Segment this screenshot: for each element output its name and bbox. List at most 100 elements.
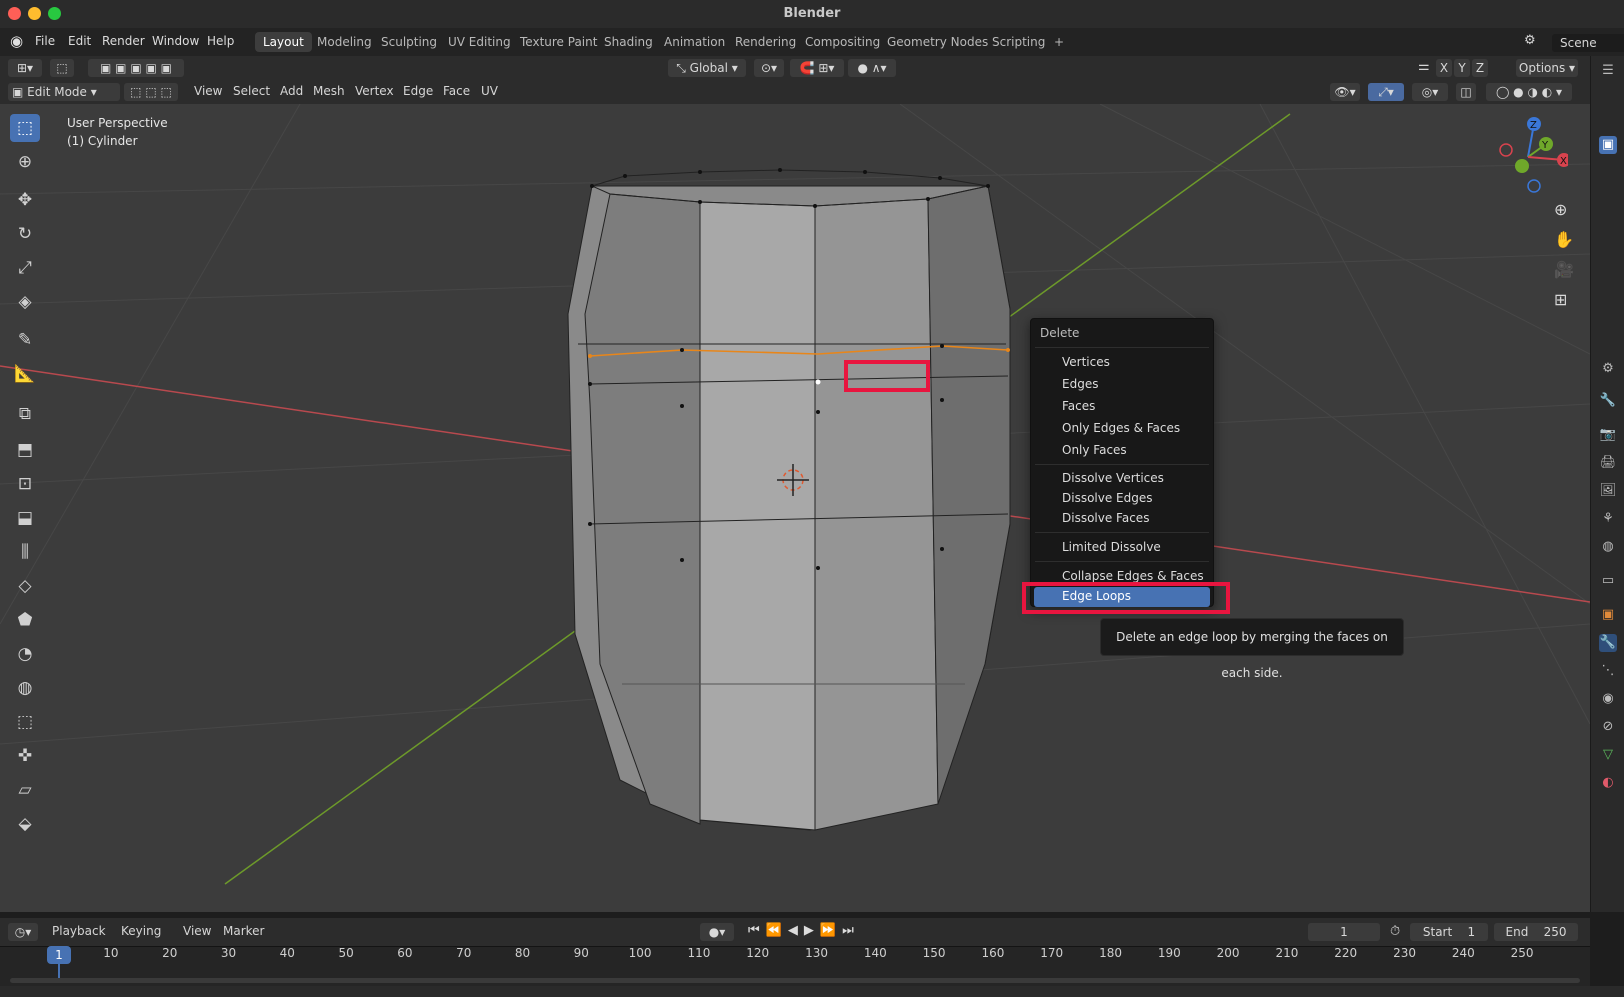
menu-item-dissolve-vertices[interactable]: Dissolve Vertices bbox=[1062, 471, 1164, 485]
workspace-tab-compositing[interactable]: Compositing bbox=[797, 32, 888, 52]
menu-render[interactable]: Render bbox=[102, 34, 145, 48]
menu-window[interactable]: Window bbox=[152, 34, 199, 48]
auto-keying-toggle[interactable]: ●▾ bbox=[700, 923, 734, 941]
scale-tool-icon[interactable]: ⤢ bbox=[10, 254, 40, 282]
timeline-editor-type-button[interactable]: ◷▾ bbox=[8, 923, 38, 941]
scene-name-field[interactable]: Scene bbox=[1552, 34, 1624, 52]
mirror-z-toggle[interactable]: Z bbox=[1472, 59, 1488, 77]
overlay-toggle[interactable]: ◎▾ bbox=[1412, 83, 1448, 101]
editor-type-button[interactable]: ⊞▾ bbox=[8, 59, 42, 77]
shrink-fatten-tool-icon[interactable]: ✜ bbox=[10, 742, 40, 770]
mirror-icon[interactable]: ⚌ bbox=[1418, 59, 1430, 74]
timeline-menu-marker[interactable]: Marker bbox=[223, 924, 264, 938]
collection-properties-icon[interactable]: ▭ bbox=[1599, 572, 1617, 590]
viewport-menu-add[interactable]: Add bbox=[280, 84, 303, 98]
menu-help[interactable]: Help bbox=[207, 34, 234, 48]
outliner-selected-icon[interactable]: ▣ bbox=[1599, 136, 1617, 154]
zoom-icon[interactable]: ⊕ bbox=[1554, 200, 1567, 219]
material-properties-icon[interactable]: ◐ bbox=[1599, 774, 1617, 792]
viewport-menu-select[interactable]: Select bbox=[233, 84, 270, 98]
menu-item-faces[interactable]: Faces bbox=[1062, 399, 1095, 413]
particles-icon[interactable]: ⋱ bbox=[1599, 662, 1617, 680]
end-frame-field[interactable]: End 250 bbox=[1494, 923, 1578, 941]
scene-properties-icon[interactable]: ⚘ bbox=[1599, 510, 1617, 528]
mode-dropdown[interactable]: ▣ Edit Mode ▾ bbox=[8, 83, 120, 101]
shading-mode-buttons[interactable]: ◯ ● ◑ ◐ ▾ bbox=[1486, 83, 1572, 101]
outliner-icon[interactable]: ☰ bbox=[1599, 62, 1617, 80]
pivot-point-dropdown[interactable]: ⊙▾ bbox=[754, 59, 784, 77]
viewport-menu-view[interactable]: View bbox=[194, 84, 222, 98]
options-dropdown[interactable]: Options ▾ bbox=[1516, 59, 1578, 77]
blender-logo-icon[interactable]: ◉ bbox=[10, 32, 23, 50]
menu-item-dissolve-faces[interactable]: Dissolve Faces bbox=[1062, 511, 1149, 525]
workspace-tab-shading[interactable]: Shading bbox=[596, 32, 661, 52]
inset-tool-icon[interactable]: ⊡ bbox=[10, 470, 40, 498]
measure-tool-icon[interactable]: 📐 bbox=[10, 360, 40, 388]
workspace-tab-animation[interactable]: Animation bbox=[656, 32, 733, 52]
add-workspace-button[interactable]: + bbox=[1046, 32, 1072, 52]
viewport-menu-mesh[interactable]: Mesh bbox=[313, 84, 345, 98]
current-frame-field[interactable]: 1 bbox=[1308, 923, 1380, 941]
selection-mode-buttons[interactable]: ▣ ▣ ▣ ▣ ▣ bbox=[88, 59, 184, 77]
knife-tool-icon[interactable]: ◇ bbox=[10, 572, 40, 600]
rotate-tool-icon[interactable]: ↻ bbox=[10, 220, 40, 248]
render-properties-icon[interactable]: 📷 bbox=[1599, 426, 1617, 444]
menu-item-collapse-edges-faces[interactable]: Collapse Edges & Faces bbox=[1062, 569, 1204, 583]
3d-viewport[interactable] bbox=[0, 104, 1590, 912]
object-properties-icon[interactable]: ▣ bbox=[1599, 606, 1617, 624]
edge-slide-tool-icon[interactable]: ⬚ bbox=[10, 708, 40, 736]
add-cube-tool-icon[interactable]: ⧉ bbox=[10, 400, 40, 428]
mirror-y-toggle[interactable]: Y bbox=[1454, 59, 1470, 77]
menu-item-limited-dissolve[interactable]: Limited Dissolve bbox=[1062, 540, 1161, 554]
workspace-tab-rendering[interactable]: Rendering bbox=[727, 32, 804, 52]
properties-editor-icon[interactable]: ⚙ bbox=[1599, 360, 1617, 378]
loop-cut-tool-icon[interactable]: ⫼ bbox=[10, 538, 40, 566]
workspace-tab-geometry-nodes[interactable]: Geometry Nodes bbox=[879, 32, 996, 52]
viewport-menu-uv[interactable]: UV bbox=[481, 84, 498, 98]
extrude-tool-icon[interactable]: ⬒ bbox=[10, 436, 40, 464]
workspace-tab-modeling[interactable]: Modeling bbox=[309, 32, 380, 52]
tool-properties-icon[interactable]: 🔧 bbox=[1599, 392, 1617, 410]
visibility-dropdown[interactable]: 👁▾ bbox=[1330, 83, 1360, 101]
workspace-tab-layout[interactable]: Layout bbox=[255, 32, 312, 52]
scene-selector-icon[interactable]: ⚙ bbox=[1524, 33, 1536, 48]
menu-item-edges[interactable]: Edges bbox=[1062, 377, 1098, 391]
constraints-icon[interactable]: ⊘ bbox=[1599, 718, 1617, 736]
move-tool-icon[interactable]: ✥ bbox=[10, 186, 40, 214]
rip-tool-icon[interactable]: ⬙ bbox=[10, 810, 40, 838]
output-properties-icon[interactable]: 🖨 bbox=[1599, 454, 1617, 472]
smooth-tool-icon[interactable]: ◍ bbox=[10, 674, 40, 702]
camera-view-icon[interactable]: 🎥 bbox=[1554, 260, 1574, 279]
viewport-menu-edge[interactable]: Edge bbox=[403, 84, 433, 98]
annotate-tool-icon[interactable]: ✎ bbox=[10, 326, 40, 354]
gizmo-toggle[interactable]: ⤢▾ bbox=[1368, 83, 1404, 101]
workspace-tab-sculpting[interactable]: Sculpting bbox=[373, 32, 445, 52]
data-properties-icon[interactable]: ▽ bbox=[1599, 746, 1617, 764]
playback-controls[interactable]: ⏮⏪◀▶⏩⏭ bbox=[748, 923, 860, 938]
snap-toggle[interactable]: 🧲 ⊞▾ bbox=[790, 59, 844, 77]
menu-file[interactable]: File bbox=[35, 34, 55, 48]
modifier-properties-icon[interactable]: 🔧 bbox=[1599, 634, 1617, 652]
workspace-tab-texture-paint[interactable]: Texture Paint bbox=[512, 32, 605, 52]
bevel-tool-icon[interactable]: ⬓ bbox=[10, 504, 40, 532]
active-tool-icon[interactable]: ⬚ bbox=[50, 59, 74, 77]
view-layer-icon[interactable]: 🖼 bbox=[1599, 482, 1617, 500]
xray-toggle[interactable]: ◫ bbox=[1456, 83, 1476, 101]
cursor-tool-icon[interactable]: ⊕ bbox=[10, 148, 40, 176]
timeline-scrollbar[interactable] bbox=[10, 978, 1580, 983]
menu-item-dissolve-edges[interactable]: Dissolve Edges bbox=[1062, 491, 1153, 505]
menu-edit[interactable]: Edit bbox=[68, 34, 91, 48]
transform-orientation-dropdown[interactable]: ⤡ Global ▾ bbox=[668, 59, 746, 77]
world-properties-icon[interactable]: ◍ bbox=[1599, 538, 1617, 556]
timeline-menu-playback[interactable]: Playback bbox=[52, 924, 106, 938]
transform-tool-icon[interactable]: ◈ bbox=[10, 288, 40, 316]
menu-item-only-faces[interactable]: Only Faces bbox=[1062, 443, 1127, 457]
menu-item-vertices[interactable]: Vertices bbox=[1062, 355, 1110, 369]
stopwatch-icon[interactable]: ⏱ bbox=[1390, 924, 1400, 939]
timeline-menu-keying[interactable]: Keying bbox=[121, 924, 161, 938]
navigation-gizmo[interactable]: Z Y X bbox=[1488, 112, 1568, 202]
playhead[interactable] bbox=[58, 962, 60, 978]
select-mode-buttons[interactable]: ⬚ ⬚ ⬚ bbox=[124, 83, 178, 101]
poly-build-tool-icon[interactable]: ⬟ bbox=[10, 606, 40, 634]
mirror-x-toggle[interactable]: X bbox=[1436, 59, 1452, 77]
